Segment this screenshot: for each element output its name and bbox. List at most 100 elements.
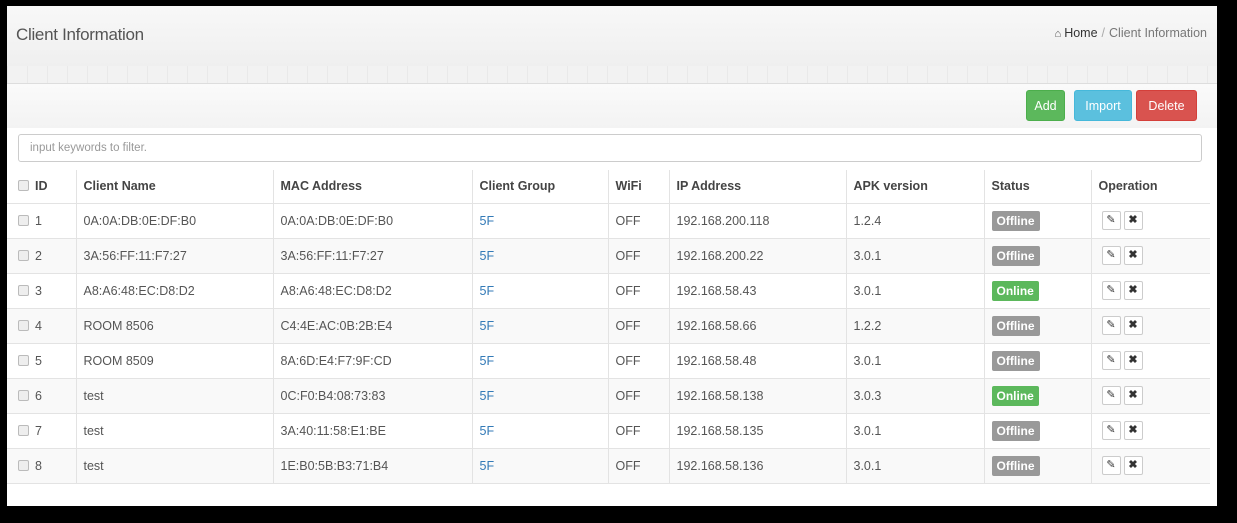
table-row[interactable]: 6 test 0C:F0:B4:08:73:83 5F OFF 192.168.58.13…: [7, 378, 1210, 414]
column-header-client-name[interactable]: Client Name: [76, 170, 274, 204]
cell-wifi: OFF: [608, 273, 670, 309]
page-header: Client Information ⌂ Home / Client Informat…: [7, 6, 1217, 66]
cell-wifi: OFF: [608, 413, 670, 449]
add-button[interactable]: Add: [1026, 90, 1065, 121]
edit-button[interactable]: ✎: [1101, 281, 1121, 300]
close-icon: ✖: [1128, 319, 1138, 331]
table-row[interactable]: 5 ROOM 8509 8A:6D:E4:F7:9F:CD 5F OFF 192.168.…: [7, 343, 1210, 379]
close-icon: ✖: [1128, 214, 1138, 226]
cell-client-name: test: [76, 378, 274, 414]
row-checkbox[interactable]: [18, 214, 29, 226]
cell-apk-version: 1.2.4: [846, 203, 985, 239]
breadcrumb-current: Client Information: [1109, 26, 1207, 40]
edit-button[interactable]: ✎: [1101, 421, 1121, 440]
cell-client-group: 5F: [472, 238, 609, 274]
cell-id: 5: [7, 343, 77, 379]
cell-mac-address: 3A:56:FF:11:F7:27: [273, 238, 473, 274]
row-checkbox[interactable]: [18, 249, 29, 261]
column-header-ip-address[interactable]: IP Address: [669, 170, 847, 204]
status-badge: Online: [991, 280, 1039, 301]
cell-client-group: 5F: [472, 203, 609, 239]
cell-id: 4: [7, 308, 77, 344]
cell-id: 3: [7, 273, 77, 309]
filter-input[interactable]: [18, 134, 1202, 162]
row-delete-button[interactable]: ✖: [1123, 456, 1143, 475]
cell-wifi: OFF: [608, 343, 670, 379]
column-header-id[interactable]: ID: [7, 170, 77, 204]
cell-id: 8: [7, 448, 77, 484]
row-checkbox[interactable]: [18, 459, 29, 471]
edit-button[interactable]: ✎: [1101, 211, 1121, 230]
delete-button[interactable]: Delete: [1136, 90, 1197, 121]
client-table: ID Client Name MAC Address Client Group …: [7, 170, 1210, 484]
cell-status: Offline: [984, 448, 1092, 484]
cell-mac-address: 8A:6D:E4:F7:9F:CD: [273, 343, 473, 379]
status-badge: Offline: [991, 245, 1040, 266]
import-button[interactable]: Import: [1074, 90, 1132, 121]
cell-status: Offline: [984, 343, 1092, 379]
row-checkbox[interactable]: [18, 354, 29, 366]
cell-client-name: A8:A6:48:EC:D8:D2: [76, 273, 274, 309]
table-row[interactable]: 2 3A:56:FF:11:F7:27 3A:56:FF:11:F7:27 5F OFF…: [7, 238, 1210, 274]
cell-apk-version: 3.0.1: [846, 273, 985, 309]
row-checkbox[interactable]: [18, 389, 29, 401]
cell-client-name: ROOM 8509: [76, 343, 274, 379]
client-group-link[interactable]: 5F: [480, 389, 495, 403]
cell-status: Online: [984, 273, 1092, 309]
status-badge: Offline: [991, 455, 1040, 476]
breadcrumb: ⌂ Home / Client Information: [1055, 26, 1207, 40]
row-delete-button[interactable]: ✖: [1123, 316, 1143, 335]
pencil-icon: ✎: [1106, 214, 1116, 226]
client-group-link[interactable]: 5F: [480, 249, 495, 263]
edit-button[interactable]: ✎: [1101, 386, 1121, 405]
edit-button[interactable]: ✎: [1101, 456, 1121, 475]
home-icon[interactable]: ⌂: [1055, 28, 1062, 40]
row-checkbox[interactable]: [18, 284, 29, 296]
table-row[interactable]: 3 A8:A6:48:EC:D8:D2 A8:A6:48:EC:D8:D2 5F OFF…: [7, 273, 1210, 309]
cell-client-group: 5F: [472, 343, 609, 379]
client-group-link[interactable]: 5F: [480, 284, 495, 298]
column-header-apk-version[interactable]: APK version: [846, 170, 985, 204]
cell-status: Offline: [984, 413, 1092, 449]
client-group-link[interactable]: 5F: [480, 319, 495, 333]
row-delete-button[interactable]: ✖: [1123, 211, 1143, 230]
row-checkbox[interactable]: [18, 424, 29, 436]
row-delete-button[interactable]: ✖: [1123, 386, 1143, 405]
cell-client-name: 0A:0A:DB:0E:DF:B0: [76, 203, 274, 239]
edit-button[interactable]: ✎: [1101, 351, 1121, 370]
table-row[interactable]: 4 ROOM 8506 C4:4E:AC:0B:2B:E4 5F OFF 192.168.…: [7, 308, 1210, 344]
edit-button[interactable]: ✎: [1101, 246, 1121, 265]
select-all-checkbox[interactable]: [18, 180, 29, 192]
row-delete-button[interactable]: ✖: [1123, 246, 1143, 265]
cell-status: Online: [984, 378, 1092, 414]
client-group-link[interactable]: 5F: [480, 354, 495, 368]
cell-mac-address: A8:A6:48:EC:D8:D2: [273, 273, 473, 309]
row-checkbox[interactable]: [18, 319, 29, 331]
close-icon: ✖: [1128, 284, 1138, 296]
client-group-link[interactable]: 5F: [480, 459, 495, 473]
cell-operation: ✎ ✖: [1091, 448, 1210, 484]
column-header-client-group[interactable]: Client Group: [472, 170, 609, 204]
cell-client-name: 3A:56:FF:11:F7:27: [76, 238, 274, 274]
table-row[interactable]: 7 test 3A:40:11:58:E1:BE 5F OFF 192.168.58.13…: [7, 413, 1210, 449]
client-group-link[interactable]: 5F: [480, 424, 495, 438]
cell-mac-address: 3A:40:11:58:E1:BE: [273, 413, 473, 449]
pencil-icon: ✎: [1106, 424, 1116, 436]
table-row[interactable]: 8 test 1E:B0:5B:B3:71:B4 5F OFF 192.168.58.13…: [7, 448, 1210, 484]
column-header-status[interactable]: Status: [984, 170, 1092, 204]
cell-operation: ✎ ✖: [1091, 203, 1210, 239]
edit-button[interactable]: ✎: [1101, 316, 1121, 335]
table-body: 1 0A:0A:DB:0E:DF:B0 0A:0A:DB:0E:DF:B0 5F OFF…: [7, 203, 1210, 484]
cell-client-group: 5F: [472, 273, 609, 309]
row-delete-button[interactable]: ✖: [1123, 421, 1143, 440]
header-divider-band: [7, 66, 1217, 84]
cell-operation: ✎ ✖: [1091, 343, 1210, 379]
row-delete-button[interactable]: ✖: [1123, 351, 1143, 370]
client-group-link[interactable]: 5F: [480, 214, 495, 228]
breadcrumb-home[interactable]: Home: [1064, 26, 1097, 40]
cell-apk-version: 1.2.2: [846, 308, 985, 344]
column-header-wifi[interactable]: WiFi: [608, 170, 670, 204]
column-header-mac-address[interactable]: MAC Address: [273, 170, 473, 204]
row-delete-button[interactable]: ✖: [1123, 281, 1143, 300]
table-row[interactable]: 1 0A:0A:DB:0E:DF:B0 0A:0A:DB:0E:DF:B0 5F OFF…: [7, 203, 1210, 239]
